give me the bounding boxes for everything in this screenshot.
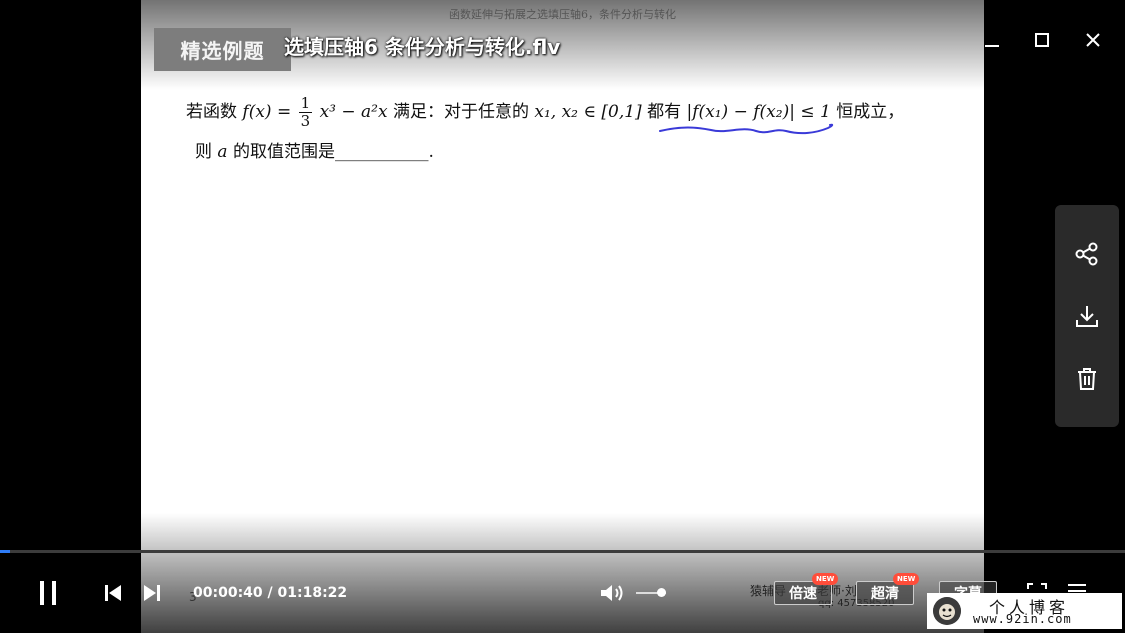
time-display: 00:00:40 / 01:18:22	[193, 585, 348, 601]
problem-text-part: 满足：对于任意的	[392, 102, 529, 122]
delete-button[interactable]	[1071, 363, 1103, 395]
download-button[interactable]	[1071, 300, 1103, 332]
blog-watermark: 个人博客 www.92in.com	[927, 593, 1122, 629]
side-panel	[1055, 205, 1119, 427]
download-icon	[1076, 306, 1098, 327]
progress-bar[interactable]	[0, 550, 1125, 553]
progress-fill	[0, 550, 10, 553]
new-badge: NEW	[893, 573, 920, 585]
problem-text-part: 的取值范围是___________.	[232, 142, 434, 162]
pause-button[interactable]	[30, 577, 66, 609]
bottom-shade	[141, 513, 984, 633]
close-button[interactable]	[1079, 26, 1107, 54]
blog-url: www.92in.com	[973, 612, 1072, 626]
problem-text-part: 则	[195, 142, 212, 162]
fraction: 13	[298, 94, 313, 130]
maximize-button[interactable]	[1028, 26, 1056, 54]
handwritten-underline	[659, 123, 834, 135]
minimize-icon	[985, 45, 999, 47]
close-icon	[1086, 33, 1100, 47]
variable-domain: x₁, x₂ ∈ [0,1]	[534, 102, 642, 122]
fraction-denominator: 3	[300, 112, 311, 130]
skip-previous-icon	[105, 585, 121, 601]
avatar	[933, 597, 961, 625]
variable-a: a	[217, 142, 228, 162]
polynomial: x³ − a²x	[319, 102, 388, 122]
next-button[interactable]	[140, 582, 164, 604]
video-title: 选填压轴6 条件分析与转化.flv	[284, 35, 561, 59]
previous-button[interactable]	[101, 582, 125, 604]
section-label: 精选例题	[154, 28, 291, 71]
share-icon	[1075, 242, 1098, 266]
problem-text-part: 若函数	[186, 102, 237, 122]
share-button[interactable]	[1071, 238, 1103, 270]
new-badge: NEW	[812, 573, 839, 585]
volume-knob[interactable]	[657, 588, 666, 597]
volume-icon	[601, 585, 623, 601]
volume-button[interactable]	[598, 581, 626, 605]
problem-text-part: 恒成立，	[836, 102, 905, 122]
skip-next-icon	[144, 585, 160, 601]
maximize-icon	[1035, 33, 1049, 47]
minimize-button[interactable]	[978, 26, 1006, 54]
trash-icon	[1078, 368, 1096, 390]
fraction-numerator: 1	[298, 94, 313, 113]
slide-header: 函数延伸与拓展之选填压轴6，条件分析与转化	[449, 8, 676, 21]
video-frame[interactable]: 函数延伸与拓展之选填压轴6，条件分析与转化 精选例题 若函数 f(x) = 13…	[141, 0, 984, 633]
avatar-icon	[933, 597, 961, 625]
function-expression: f(x) =	[242, 102, 292, 122]
pause-icon	[40, 581, 56, 605]
